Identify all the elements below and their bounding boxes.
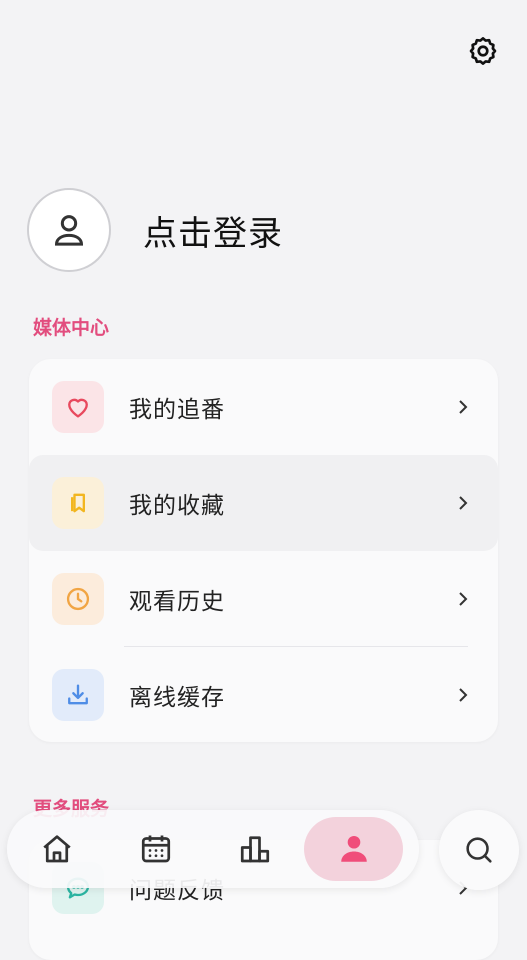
menu-item-label: 离线缓存 — [129, 685, 225, 711]
chart-icon — [240, 836, 269, 863]
menu-item-label: 我的追番 — [129, 397, 225, 423]
media-center-title: 媒体中心 — [33, 317, 110, 339]
menu-item-offline-cache[interactable]: 离线缓存 — [29, 647, 498, 743]
menu-item-label: 我的收藏 — [129, 493, 225, 519]
user-icon — [340, 835, 367, 862]
chevron-right-icon — [456, 590, 470, 608]
icon-box-favorites — [52, 477, 104, 529]
bottom-nav — [7, 810, 419, 888]
login-label[interactable]: 点击登录 — [143, 206, 283, 255]
user-avatar-icon — [54, 215, 84, 246]
nav-calendar[interactable] — [106, 817, 205, 881]
login-area[interactable]: 点击登录 — [27, 186, 427, 274]
media-center-card: 我的追番 我的收藏 观看历史 离线缓存 — [29, 359, 498, 742]
menu-item-following[interactable]: 我的追番 — [29, 359, 498, 455]
icon-box-following — [52, 381, 104, 433]
gear-icon — [469, 37, 497, 65]
avatar[interactable] — [27, 188, 111, 272]
nav-profile[interactable] — [304, 817, 403, 881]
chevron-right-icon — [456, 494, 470, 512]
menu-item-label: 观看历史 — [129, 589, 225, 615]
clock-icon — [66, 587, 90, 611]
icon-box-offline-cache — [52, 669, 104, 721]
search-icon — [466, 837, 492, 863]
download-icon — [68, 684, 88, 705]
heart-icon — [68, 398, 88, 418]
calendar-icon — [141, 835, 170, 863]
chevron-right-icon — [456, 398, 470, 416]
menu-item-favorites[interactable]: 我的收藏 — [29, 455, 498, 551]
chevron-right-icon — [456, 686, 470, 704]
icon-box-history — [52, 573, 104, 625]
search-button[interactable] — [439, 810, 519, 890]
menu-item-history[interactable]: 观看历史 — [29, 551, 498, 647]
home-icon — [42, 835, 71, 863]
settings-button[interactable] — [464, 32, 502, 70]
nav-ranking[interactable] — [205, 817, 304, 881]
bookmark-icon — [71, 493, 86, 513]
nav-home[interactable] — [7, 817, 106, 881]
